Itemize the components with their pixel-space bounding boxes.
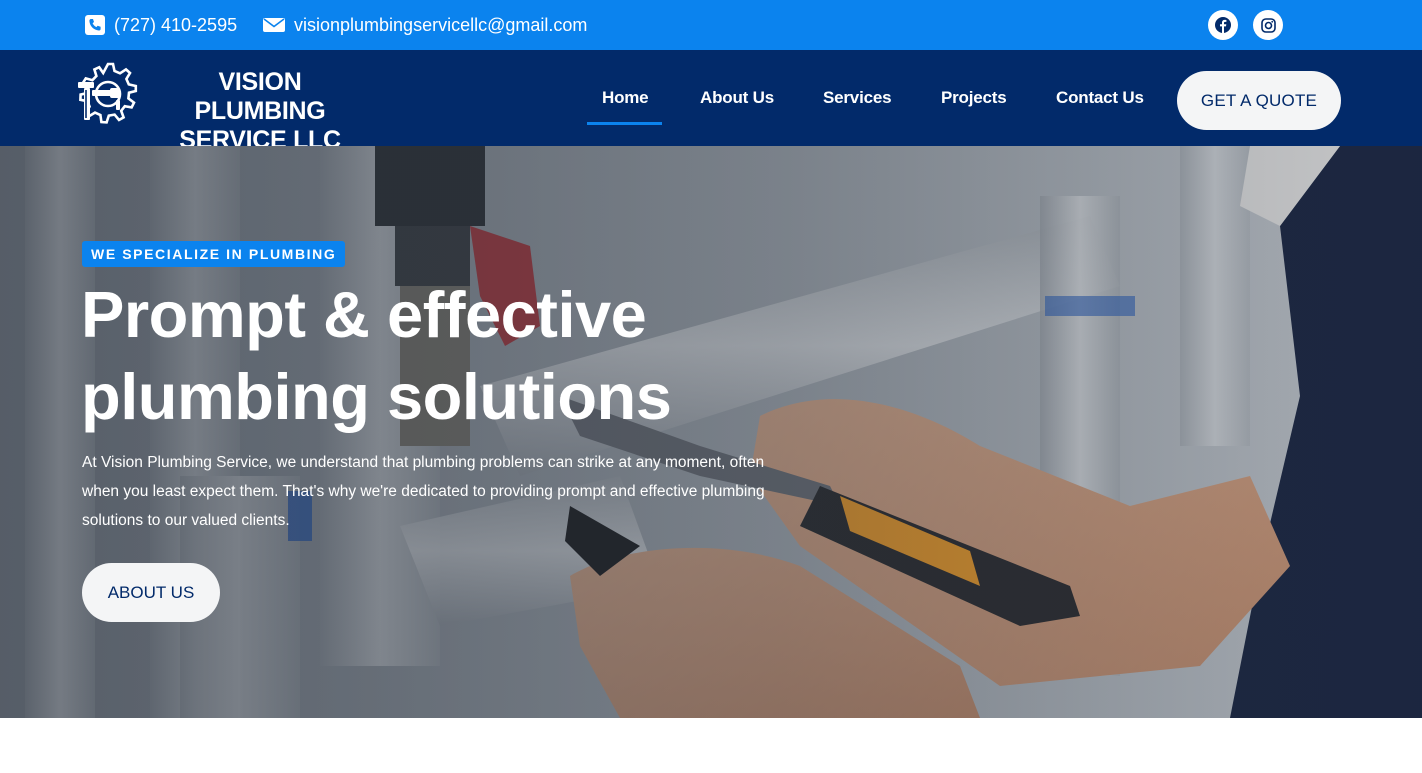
nav-services[interactable]: Services	[823, 88, 892, 108]
email-address[interactable]: visionplumbingservicellc@gmail.com	[294, 15, 587, 36]
phone-contact[interactable]: (727) 410-2595	[85, 0, 237, 50]
envelope-icon	[263, 18, 285, 32]
gear-wrench-logo-icon[interactable]	[72, 60, 144, 132]
about-us-button[interactable]: ABOUT US	[82, 563, 220, 622]
hero-headline: Prompt & effective plumbing solutions	[81, 274, 781, 438]
nav-about-us[interactable]: About Us	[700, 88, 774, 108]
active-nav-indicator	[587, 122, 662, 125]
site-header: VISION PLUMBING SERVICE LLC Home About U…	[0, 50, 1422, 154]
nav-home[interactable]: Home	[602, 88, 649, 108]
get-a-quote-button[interactable]: GET A QUOTE	[1177, 71, 1341, 130]
nav-contact-us[interactable]: Contact Us	[1056, 88, 1144, 108]
facebook-link[interactable]	[1208, 10, 1238, 40]
site-logo-text[interactable]: VISION PLUMBING SERVICE LLC	[150, 68, 370, 155]
logo-line-1: VISION PLUMBING	[194, 68, 326, 125]
email-contact[interactable]: visionplumbingservicellc@gmail.com	[263, 0, 587, 50]
top-contact-bar: (727) 410-2595 visionplumbingservicellc@…	[0, 0, 1422, 50]
instagram-icon	[1260, 17, 1276, 33]
hero-headline-line-1: Prompt & effective	[81, 278, 647, 351]
phone-icon	[85, 15, 105, 35]
nav-projects[interactable]: Projects	[941, 88, 1007, 108]
instagram-link[interactable]	[1253, 10, 1283, 40]
hero-section: WE SPECIALIZE IN PLUMBING Prompt & effec…	[0, 146, 1422, 718]
hero-description: At Vision Plumbing Service, we understan…	[82, 454, 765, 529]
hero-tagline-badge: WE SPECIALIZE IN PLUMBING	[82, 241, 346, 267]
hero-headline-line-2: plumbing solutions	[81, 360, 672, 433]
phone-number[interactable]: (727) 410-2595	[114, 15, 237, 36]
facebook-icon	[1215, 17, 1231, 33]
